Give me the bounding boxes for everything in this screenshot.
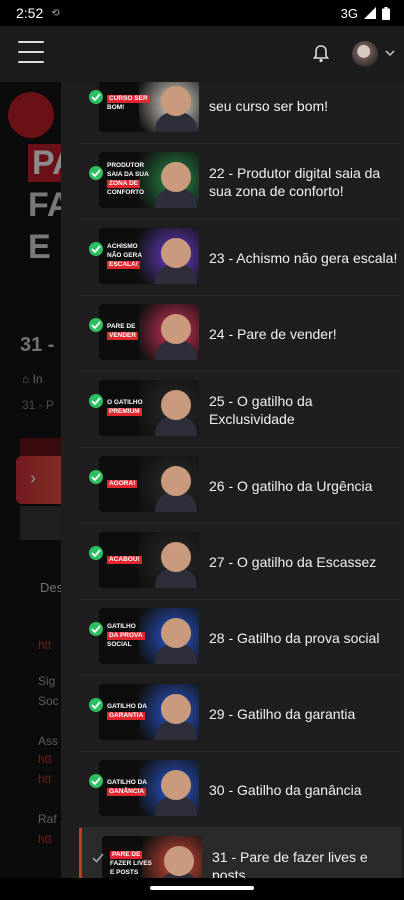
thumbnail-text: GATILHO DA bbox=[107, 779, 147, 786]
thumbnail-text: GARANTIA bbox=[107, 712, 146, 720]
check-icon bbox=[92, 850, 106, 864]
lesson-title[interactable]: 31 - Pare de fazer lives e posts bbox=[212, 828, 402, 878]
thumbnail-text: BOM! bbox=[107, 104, 125, 111]
thumbnail-text: ACABOU! bbox=[107, 555, 142, 564]
thumbnail-text: ZONA DE bbox=[107, 180, 141, 188]
lesson-title[interactable]: 29 - Gatilho da garantia bbox=[209, 676, 399, 752]
thumbnail-text: CURSO SER bbox=[107, 95, 150, 103]
thumbnail-text: VENDER bbox=[107, 332, 139, 340]
lesson-item[interactable]: GATILHO DA PROVA SOCIAL 28 - Gatilho da pr… bbox=[79, 600, 401, 676]
lesson-title[interactable]: 26 - O gatilho da Urgência bbox=[209, 448, 399, 524]
lesson-thumbnail[interactable]: GATILHO DA GANÂNCIA bbox=[99, 760, 199, 816]
status-time: 2:52 bbox=[16, 5, 44, 21]
lesson-thumbnail[interactable]: CURSO SER BOM! bbox=[99, 82, 199, 132]
lesson-title[interactable]: 30 - Gatilho da ganância bbox=[209, 752, 399, 828]
thumbnail-text: ESCALA! bbox=[107, 260, 140, 269]
completed-check-icon bbox=[89, 698, 103, 712]
lesson-title[interactable]: 22 - Produtor digital saia da sua zona d… bbox=[209, 144, 399, 220]
lesson-title[interactable]: 28 - Gatilho da prova social bbox=[209, 600, 399, 676]
completed-check-icon bbox=[89, 622, 103, 636]
lesson-thumbnail[interactable]: ACHISMO NÃO GERA ESCALA! bbox=[99, 228, 199, 284]
lesson-title[interactable]: 23 - Achismo não gera escala! bbox=[209, 220, 399, 296]
thumbnail-text: PARE DE bbox=[107, 323, 136, 330]
lesson-thumbnail[interactable]: GATILHO DA GARANTIA bbox=[99, 684, 199, 740]
lesson-item[interactable]: AGORA! 26 - O gatilho da Urgência bbox=[79, 448, 401, 524]
bell-icon[interactable] bbox=[312, 44, 330, 64]
lesson-title[interactable]: 25 - O gatilho da Exclusividade bbox=[209, 372, 399, 448]
lesson-item[interactable]: PARE DE FAZER LIVES E POSTS 31 - Pare de f… bbox=[79, 828, 401, 878]
lesson-thumbnail[interactable]: O GATILHO PREMIUM bbox=[99, 380, 199, 436]
thumbnail-text: PRODUTOR bbox=[107, 162, 145, 169]
completed-check-icon bbox=[89, 318, 103, 332]
battery-icon bbox=[382, 6, 390, 20]
completed-check-icon bbox=[89, 774, 103, 788]
completed-check-icon bbox=[89, 242, 103, 256]
lesson-item[interactable]: GATILHO DA GARANTIA 29 - Gatilho da garan… bbox=[79, 676, 401, 752]
lesson-item[interactable]: PRODUTOR SAIA DA SUA ZONA DE CONFORTO 22 - … bbox=[79, 144, 401, 220]
completed-check-icon bbox=[89, 546, 103, 560]
lesson-thumbnail[interactable]: PRODUTOR SAIA DA SUA ZONA DE CONFORTO bbox=[99, 152, 199, 208]
lesson-item[interactable]: ACABOU! 27 - O gatilho da Escassez bbox=[79, 524, 401, 600]
lesson-thumbnail[interactable]: PARE DE VENDER bbox=[99, 304, 199, 360]
network-label: 3G bbox=[340, 5, 358, 21]
status-bar: 2:52 ⟲ 3G bbox=[0, 0, 404, 26]
lesson-thumbnail[interactable]: AGORA! bbox=[99, 456, 199, 512]
thumbnail-text: SAIA DA SUA bbox=[107, 171, 149, 178]
thumbnail-text: GATILHO DA bbox=[107, 703, 147, 710]
lesson-thumbnail[interactable]: PARE DE FAZER LIVES E POSTS bbox=[102, 836, 202, 878]
gesture-bar bbox=[0, 878, 404, 900]
lesson-item[interactable]: O GATILHO PREMIUM 25 - O gatilho da Exclu… bbox=[79, 372, 401, 448]
lesson-item[interactable]: CURSO SER BOM! seu curso ser bom! bbox=[79, 82, 401, 144]
lesson-list: CURSO SER BOM! seu curso ser bom! PRODUTO… bbox=[61, 82, 404, 878]
completed-check-icon bbox=[89, 470, 103, 484]
menu-icon[interactable] bbox=[18, 41, 44, 63]
lesson-title[interactable]: 24 - Pare de vender! bbox=[209, 296, 399, 372]
thumbnail-text: NÃO GERA bbox=[107, 251, 143, 259]
thumbnail-text: GANÂNCIA bbox=[107, 788, 147, 796]
lesson-item[interactable]: ACHISMO NÃO GERA ESCALA! 23 - Achismo não … bbox=[79, 220, 401, 296]
thumbnail-text: PARE DE bbox=[110, 850, 143, 859]
lesson-title[interactable]: 27 - O gatilho da Escassez bbox=[209, 524, 399, 600]
completed-check-icon bbox=[89, 166, 103, 180]
signal-icon bbox=[364, 7, 376, 19]
lesson-thumbnail[interactable]: ACABOU! bbox=[99, 532, 199, 588]
avatar[interactable] bbox=[352, 41, 378, 67]
lesson-title[interactable]: seu curso ser bom! bbox=[209, 82, 399, 144]
thumbnail-text: ACHISMO bbox=[107, 242, 138, 250]
thumbnail-text: CONFORTO bbox=[107, 189, 145, 196]
thumbnail-text: DA PROVA bbox=[107, 631, 145, 640]
thumbnail-text: FAZER LIVES bbox=[110, 859, 152, 867]
lesson-item[interactable]: PARE DE VENDER 24 - Pare de vender! bbox=[79, 296, 401, 372]
lesson-thumbnail[interactable]: GATILHO DA PROVA SOCIAL bbox=[99, 608, 199, 664]
lesson-drawer: CURSO SER BOM! seu curso ser bom! PRODUTO… bbox=[61, 82, 404, 878]
thumbnail-text: O GATILHO bbox=[107, 399, 143, 406]
thumbnail-text: GATILHO bbox=[107, 622, 136, 630]
app-bar bbox=[0, 26, 404, 82]
chevron-down-icon[interactable] bbox=[385, 48, 395, 58]
thumbnail-text: E POSTS bbox=[110, 868, 139, 876]
thumbnail-text: AGORA! bbox=[107, 479, 138, 488]
sync-icon: ⟲ bbox=[51, 7, 60, 19]
home-handle[interactable] bbox=[150, 886, 254, 890]
thumbnail-text: SOCIAL bbox=[107, 640, 132, 648]
lesson-item[interactable]: GATILHO DA GANÂNCIA 30 - Gatilho da ganân… bbox=[79, 752, 401, 828]
thumbnail-text: PREMIUM bbox=[107, 408, 142, 416]
completed-check-icon bbox=[89, 394, 103, 408]
completed-check-icon bbox=[89, 90, 103, 104]
